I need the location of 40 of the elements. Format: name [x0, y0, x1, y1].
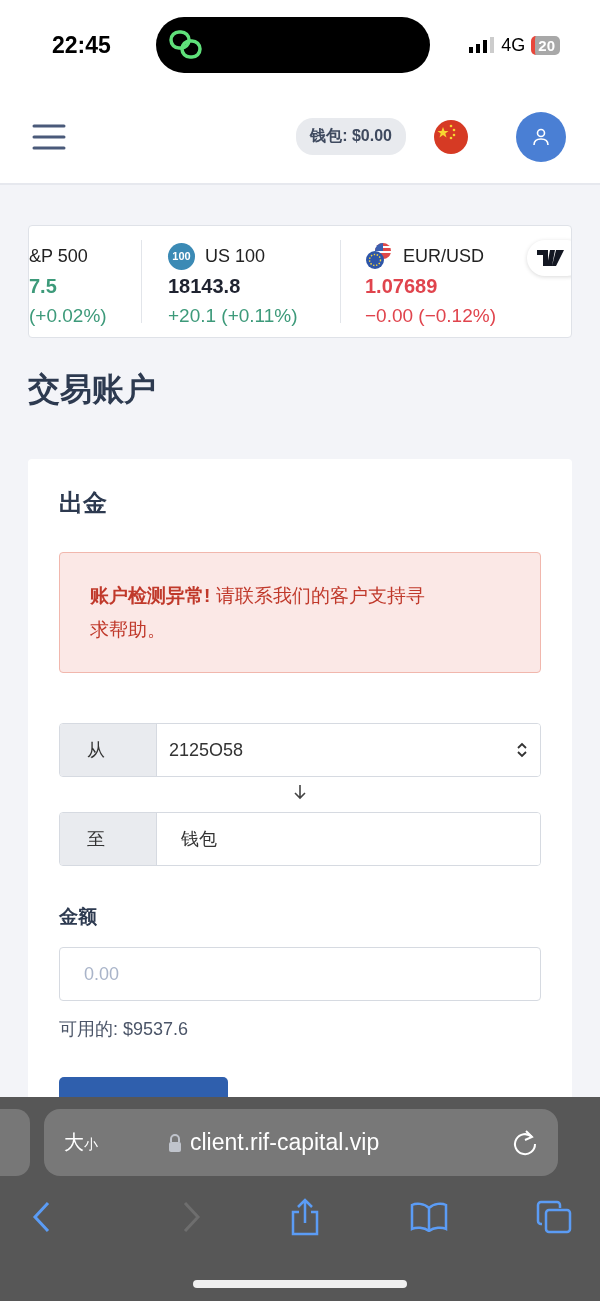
- text-size-button[interactable]: 大小: [64, 1129, 98, 1156]
- share-icon[interactable]: [289, 1198, 321, 1236]
- status-time: 22:45: [52, 31, 112, 59]
- tabs-icon[interactable]: [536, 1200, 572, 1234]
- card-title: 出金: [59, 488, 108, 518]
- menu-icon[interactable]: [32, 123, 66, 150]
- lock-icon: [168, 1133, 182, 1152]
- url-text: client.rif-capital.vip: [190, 1129, 380, 1156]
- link-icon: [168, 29, 204, 61]
- bookmarks-icon[interactable]: [409, 1202, 448, 1232]
- currency-flags-icon: [365, 242, 393, 270]
- logo-icon: [537, 250, 565, 266]
- flag-icon[interactable]: [434, 119, 468, 154]
- back-icon[interactable]: [32, 1201, 52, 1233]
- previous-tab[interactable]: [0, 1109, 30, 1176]
- network-label: 4G: [501, 34, 526, 56]
- amount-label: 金额: [59, 905, 98, 929]
- wallet-balance[interactable]: 钱包: $0.00: [296, 118, 406, 155]
- symbol-change: (+0.02%): [29, 305, 108, 327]
- reload-icon[interactable]: [512, 1128, 538, 1157]
- signal-icon: [469, 37, 496, 53]
- amount-input[interactable]: 0.00: [59, 947, 541, 1001]
- page-title: 交易账户: [28, 370, 157, 409]
- user-icon: [533, 127, 549, 146]
- available-balance: 可用的: $9537.6: [59, 1018, 190, 1041]
- address-bar[interactable]: 大小 client.rif-capital.vip: [44, 1109, 558, 1176]
- battery-level: 20: [531, 35, 560, 55]
- down-arrow-icon: [293, 784, 307, 800]
- index-badge: 100: [168, 242, 195, 270]
- symbol-name: EUR/USD: [403, 245, 484, 267]
- chart-logo-button[interactable]: [527, 240, 571, 276]
- symbol-price: 1.07689: [365, 275, 439, 298]
- symbol-name: US 100: [205, 245, 266, 267]
- alert-message: 账户检测异常! 请联系我们的客户支持寻求帮助。: [90, 584, 426, 642]
- symbol-price: 18143.8: [168, 275, 242, 298]
- profile-button[interactable]: [516, 111, 566, 162]
- symbol-change: +20.1 (+0.11%): [168, 305, 299, 327]
- symbol-name: &P 500: [29, 245, 88, 267]
- symbol-change: −0.00 (−0.12%): [365, 305, 497, 327]
- symbol-price: 7.5: [29, 275, 58, 298]
